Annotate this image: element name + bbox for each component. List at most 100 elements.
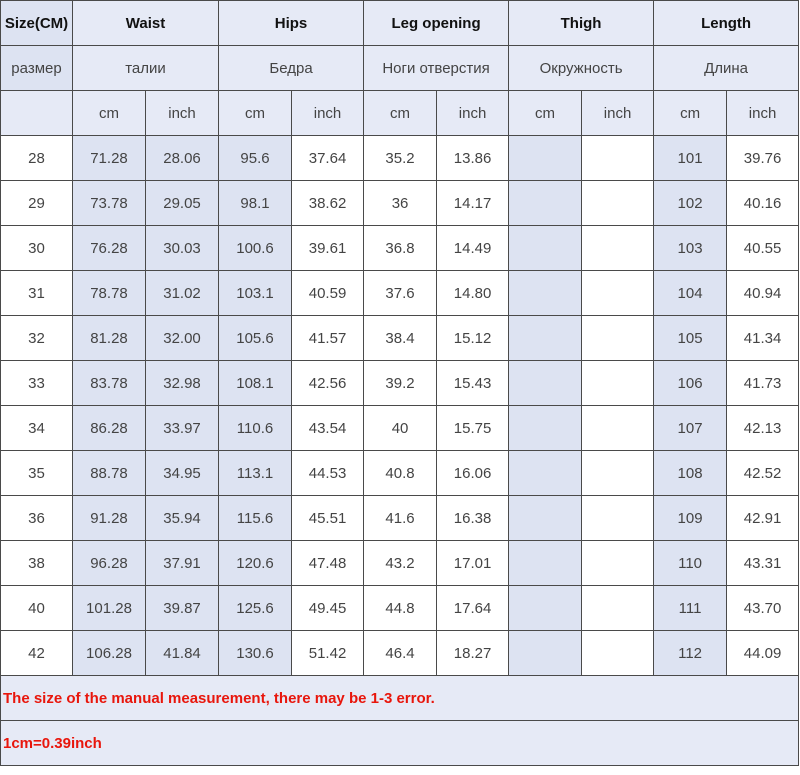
leg-cm-cell: 37.6 <box>363 270 438 316</box>
leg-cm-cell: 40 <box>363 405 438 451</box>
length-cm-cell: 106 <box>653 360 728 406</box>
unit-cm: cm <box>72 90 146 136</box>
unit-cm: cm <box>218 90 293 136</box>
leg-inch-cell: 15.75 <box>436 405 510 451</box>
leg-inch-cell: 18.27 <box>436 630 510 676</box>
thigh-inch-cell <box>581 585 655 631</box>
length-inch-cell: 40.16 <box>726 180 800 226</box>
table-row: 42 106.28 41.84 130.6 51.42 46.4 18.27 112 44.09 <box>0 630 800 676</box>
unit-inch: inch <box>144 90 220 136</box>
thigh-inch-cell <box>581 135 655 181</box>
length-inch-cell: 42.91 <box>726 495 800 541</box>
length-inch-cell: 40.94 <box>726 270 800 316</box>
thigh-header-ru: Окружность <box>508 45 655 91</box>
hips-cm-cell: 95.6 <box>218 135 293 181</box>
length-inch-cell: 39.76 <box>726 135 800 181</box>
leg-opening-header-ru: Ноги отверстия <box>363 45 510 91</box>
unit-cm: cm <box>363 90 438 136</box>
leg-inch-cell: 14.49 <box>436 225 510 271</box>
thigh-cm-cell <box>508 450 583 496</box>
hips-cm-cell: 98.1 <box>218 180 293 226</box>
size-cell: 38 <box>0 540 73 586</box>
size-cell: 35 <box>0 450 73 496</box>
hips-cm-cell: 130.6 <box>218 630 293 676</box>
size-cell: 28 <box>0 135 73 181</box>
size-header-ru: размер <box>0 45 73 91</box>
size-cell: 33 <box>0 360 73 406</box>
unit-inch: inch <box>726 90 800 136</box>
leg-inch-cell: 14.17 <box>436 180 510 226</box>
leg-cm-cell: 36 <box>363 180 438 226</box>
waist-inch-cell: 41.84 <box>144 630 220 676</box>
thigh-cm-cell <box>508 495 583 541</box>
waist-cm-cell: 73.78 <box>72 180 146 226</box>
hips-header: Hips <box>218 0 365 46</box>
thigh-cm-cell <box>508 315 583 361</box>
measurement-error-note: The size of the manual measurement, ther… <box>0 675 800 721</box>
length-cm-cell: 102 <box>653 180 728 226</box>
length-cm-cell: 107 <box>653 405 728 451</box>
leg-cm-cell: 41.6 <box>363 495 438 541</box>
size-cell: 40 <box>0 585 73 631</box>
thigh-inch-cell <box>581 225 655 271</box>
header-row-russian: размер талии Бедра Ноги отверстия Окружн… <box>0 45 800 91</box>
thigh-inch-cell <box>581 270 655 316</box>
length-inch-cell: 40.55 <box>726 225 800 271</box>
leg-inch-cell: 16.38 <box>436 495 510 541</box>
leg-inch-cell: 13.86 <box>436 135 510 181</box>
waist-inch-cell: 32.00 <box>144 315 220 361</box>
thigh-cm-cell <box>508 225 583 271</box>
waist-cm-cell: 101.28 <box>72 585 146 631</box>
length-cm-cell: 109 <box>653 495 728 541</box>
size-cell: 30 <box>0 225 73 271</box>
hips-inch-cell: 43.54 <box>291 405 365 451</box>
thigh-inch-cell <box>581 450 655 496</box>
length-inch-cell: 44.09 <box>726 630 800 676</box>
size-cell: 42 <box>0 630 73 676</box>
hips-header-ru: Бедра <box>218 45 365 91</box>
thigh-cm-cell <box>508 405 583 451</box>
table-row: 28 71.28 28.06 95.6 37.64 35.2 13.86 101 39.76 <box>0 135 800 181</box>
size-cell: 32 <box>0 315 73 361</box>
note-row: 1cm=0.39inch <box>0 720 800 766</box>
hips-cm-cell: 100.6 <box>218 225 293 271</box>
leg-inch-cell: 16.06 <box>436 450 510 496</box>
hips-inch-cell: 37.64 <box>291 135 365 181</box>
size-chart-table: Size(CM) Waist Hips Leg opening Thigh Le… <box>0 0 800 766</box>
waist-cm-cell: 91.28 <box>72 495 146 541</box>
thigh-inch-cell <box>581 630 655 676</box>
leg-cm-cell: 39.2 <box>363 360 438 406</box>
waist-cm-cell: 96.28 <box>72 540 146 586</box>
thigh-cm-cell <box>508 360 583 406</box>
leg-cm-cell: 44.8 <box>363 585 438 631</box>
thigh-inch-cell <box>581 315 655 361</box>
table-row: 31 78.78 31.02 103.1 40.59 37.6 14.80 104 40.94 <box>0 270 800 316</box>
leg-opening-header: Leg opening <box>363 0 510 46</box>
waist-cm-cell: 71.28 <box>72 135 146 181</box>
leg-inch-cell: 17.64 <box>436 585 510 631</box>
waist-cm-cell: 78.78 <box>72 270 146 316</box>
table-row: 35 88.78 34.95 113.1 44.53 40.8 16.06 108 42.52 <box>0 450 800 496</box>
length-cm-cell: 105 <box>653 315 728 361</box>
table-row: 40 101.28 39.87 125.6 49.45 44.8 17.64 111 43.70 <box>0 585 800 631</box>
length-cm-cell: 101 <box>653 135 728 181</box>
table-row: 34 86.28 33.97 110.6 43.54 40 15.75 107 42.13 <box>0 405 800 451</box>
length-inch-cell: 41.34 <box>726 315 800 361</box>
hips-cm-cell: 115.6 <box>218 495 293 541</box>
header-row-english: Size(CM) Waist Hips Leg opening Thigh Le… <box>0 0 800 46</box>
waist-header-ru: талии <box>71 45 220 91</box>
waist-inch-cell: 29.05 <box>144 180 220 226</box>
thigh-cm-cell <box>508 135 583 181</box>
hips-inch-cell: 38.62 <box>291 180 365 226</box>
leg-inch-cell: 15.43 <box>436 360 510 406</box>
hips-inch-cell: 47.48 <box>291 540 365 586</box>
table-row: 36 91.28 35.94 115.6 45.51 41.6 16.38 109 42.91 <box>0 495 800 541</box>
thigh-cm-cell <box>508 630 583 676</box>
thigh-cm-cell <box>508 585 583 631</box>
length-cm-cell: 110 <box>653 540 728 586</box>
length-cm-cell: 112 <box>653 630 728 676</box>
waist-cm-cell: 76.28 <box>72 225 146 271</box>
hips-cm-cell: 103.1 <box>218 270 293 316</box>
length-header-ru: Длина <box>653 45 800 91</box>
size-cell: 29 <box>0 180 73 226</box>
